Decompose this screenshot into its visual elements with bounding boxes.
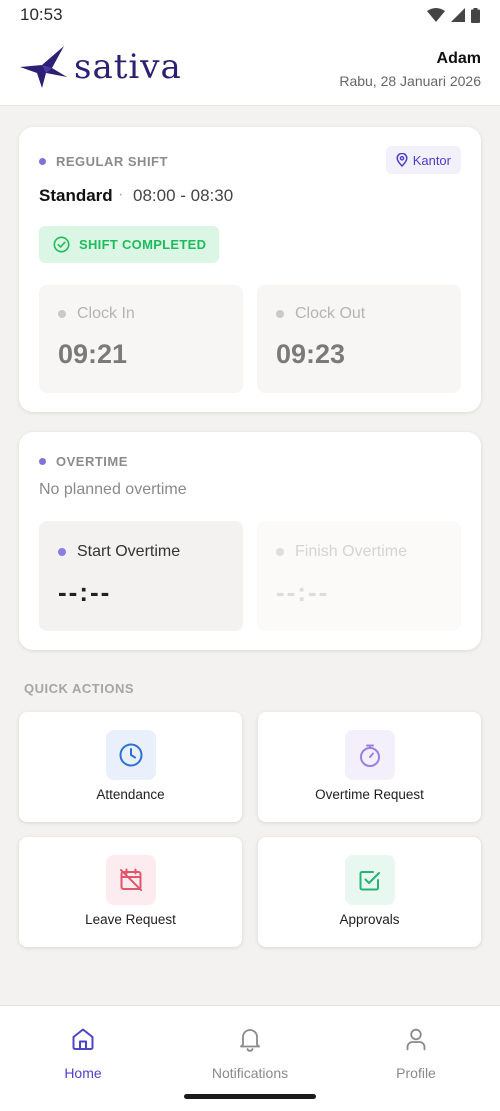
overtime-request-action[interactable]: Overtime Request [258, 712, 481, 822]
checkbox-icon [344, 855, 395, 905]
regular-shift-label: REGULAR SHIFT [39, 154, 168, 169]
status-bar: 10:53 [0, 0, 500, 30]
start-overtime-time: --:-- [58, 577, 112, 607]
user-name: Adam [436, 50, 481, 67]
location-pin-icon [396, 153, 408, 167]
home-icon [72, 1028, 94, 1050]
logo: sativa [20, 46, 182, 88]
shift-hours: 08:00 - 08:30 [133, 186, 234, 205]
overtime-card: OVERTIME No planned overtime Start Overt… [19, 432, 481, 650]
location-text: Kantor [412, 152, 451, 168]
shift-status-badge: SHIFT COMPLETED [39, 226, 219, 263]
status-dot [276, 548, 284, 556]
status-time: 10:53 [20, 5, 63, 24]
home-indicator[interactable] [184, 1094, 316, 1099]
battery-icon [471, 7, 480, 23]
clock-in-time: 09:21 [58, 339, 128, 369]
wifi-icon [427, 8, 445, 22]
quick-actions-title: QUICK ACTIONS [24, 681, 135, 696]
shift-separator: · [118, 186, 124, 203]
status-dot [276, 310, 284, 318]
overtime-request-label: Overtime Request [315, 787, 424, 802]
overtime-label: OVERTIME [39, 454, 128, 469]
status-dot [58, 310, 66, 318]
current-date: Rabu, 28 Januari 2026 [339, 73, 481, 89]
start-overtime-label-text: Start Overtime [77, 543, 181, 560]
approvals-label: Approvals [339, 912, 400, 927]
section-dot [39, 158, 46, 165]
location-badge: Kantor [385, 146, 461, 174]
clock-out-box: Clock Out 09:23 [257, 285, 461, 393]
calendar-off-icon [105, 855, 156, 905]
clock-icon [105, 730, 156, 780]
nav-home[interactable]: Home [13, 1026, 153, 1081]
app-header: sativa Adam Rabu, 28 Januari 2026 [0, 30, 500, 106]
bird-logo-icon [20, 46, 67, 88]
logo-text: sativa [74, 47, 182, 87]
clock-in-label: Clock In [58, 305, 135, 323]
clock-out-label-text: Clock Out [295, 305, 366, 322]
clock-in-box: Clock In 09:21 [39, 285, 243, 393]
finish-overtime-label-text: Finish Overtime [295, 543, 408, 560]
attendance-action[interactable]: Attendance [19, 712, 242, 822]
bell-icon [240, 1029, 260, 1052]
section-dot [39, 458, 46, 465]
overtime-label-text: OVERTIME [56, 454, 128, 469]
start-overtime-button[interactable]: Start Overtime --:-- [39, 521, 243, 631]
leave-request-label: Leave Request [85, 912, 176, 927]
clock-out-time: 09:23 [276, 339, 346, 369]
attendance-label: Attendance [96, 787, 165, 802]
approvals-action[interactable]: Approvals [258, 837, 481, 947]
start-overtime-label: Start Overtime [58, 543, 180, 561]
signal-icon [451, 8, 465, 22]
person-icon [406, 1028, 426, 1051]
finish-overtime-button: Finish Overtime --:-- [257, 521, 461, 631]
nav-home-label: Home [64, 1065, 102, 1081]
leave-request-action[interactable]: Leave Request [19, 837, 242, 947]
shift-name: Standard [39, 186, 113, 205]
clock-in-label-text: Clock In [77, 305, 135, 322]
regular-shift-card: REGULAR SHIFT Kantor Standard · 08:00 - … [19, 127, 481, 412]
nav-notifications[interactable]: Notifications [180, 1026, 320, 1081]
finish-overtime-time: --:-- [276, 577, 330, 607]
clock-out-label: Clock Out [276, 305, 365, 323]
nav-notifications-label: Notifications [211, 1065, 289, 1081]
status-icons [427, 7, 480, 23]
check-circle-icon [53, 236, 70, 253]
nav-profile-label: Profile [396, 1065, 436, 1081]
finish-overtime-label: Finish Overtime [276, 543, 407, 561]
regular-shift-label-text: REGULAR SHIFT [56, 154, 168, 169]
stopwatch-icon [344, 730, 395, 780]
shift-status-text: SHIFT COMPLETED [79, 237, 207, 252]
status-dot [58, 548, 66, 556]
overtime-note: No planned overtime [39, 481, 187, 498]
nav-profile[interactable]: Profile [346, 1026, 486, 1081]
